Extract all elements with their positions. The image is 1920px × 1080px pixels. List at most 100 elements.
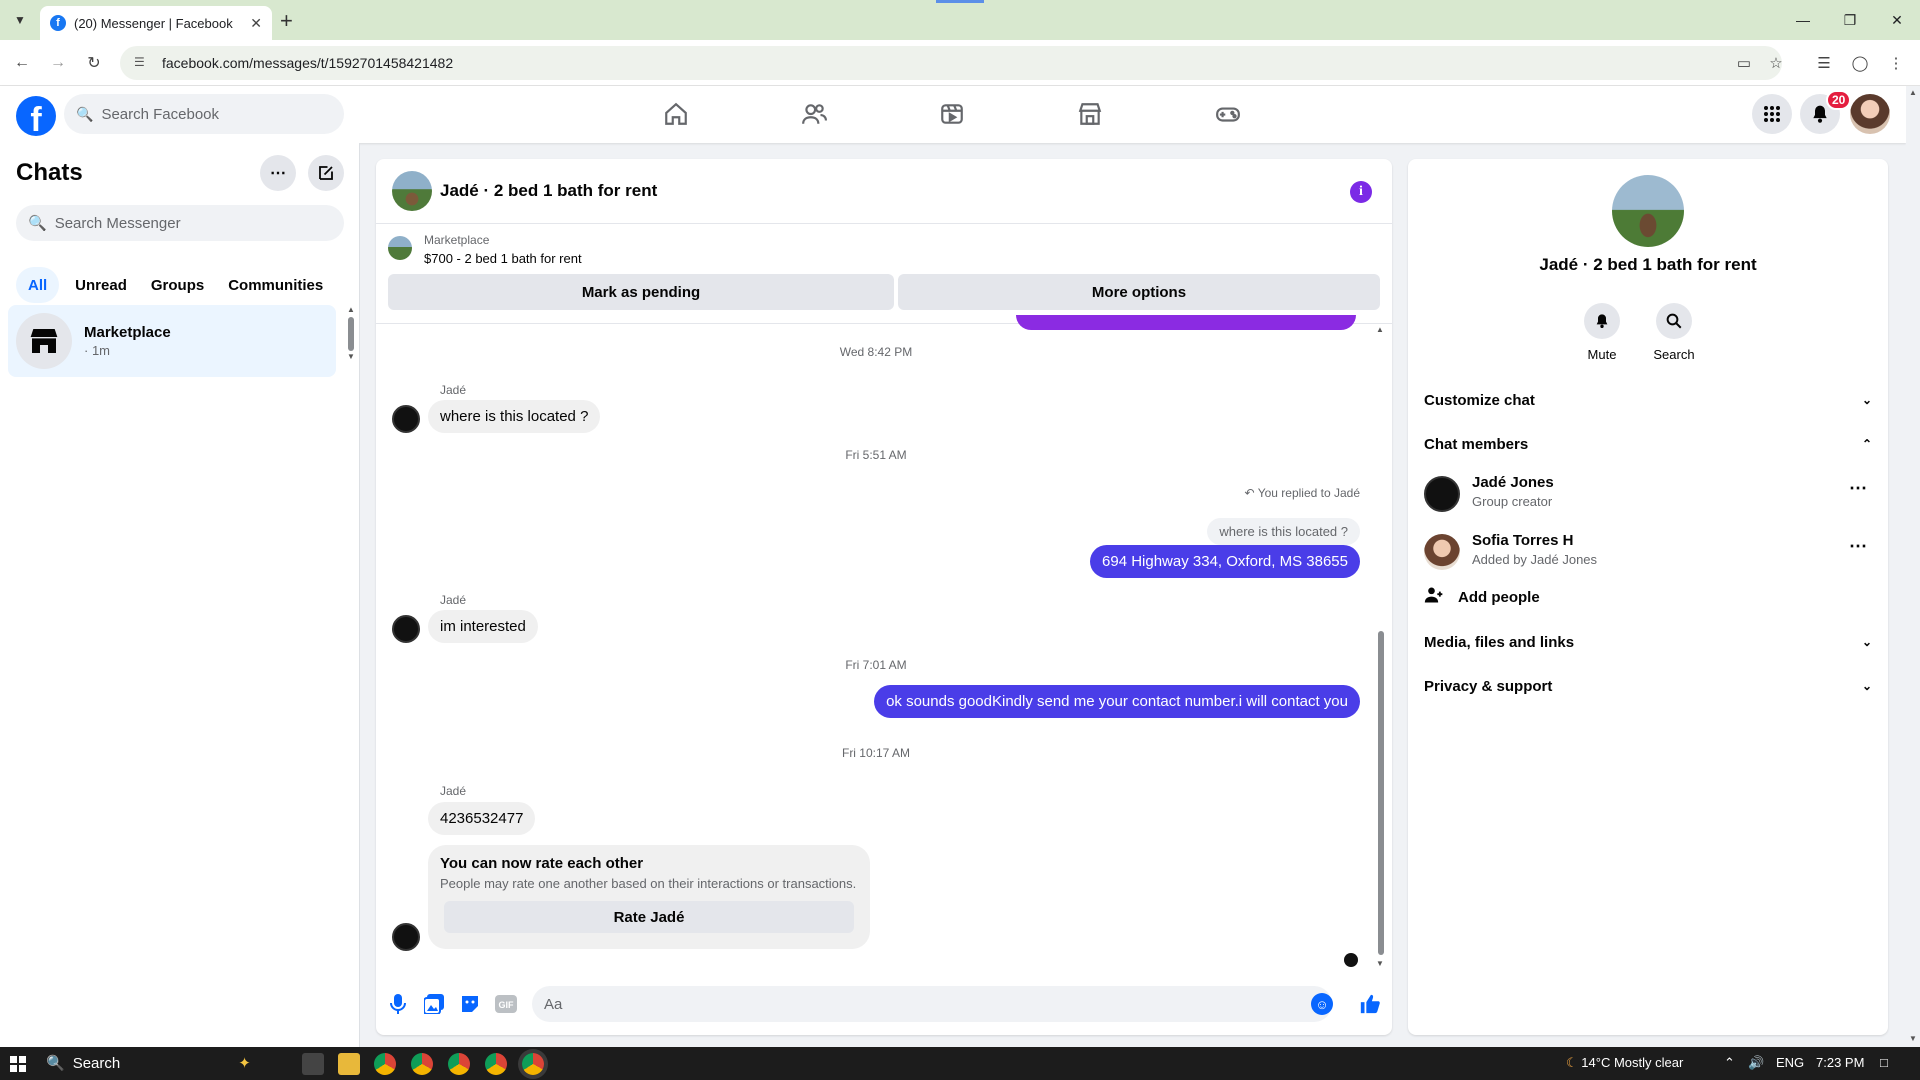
facebook-logo-icon[interactable]: f [16, 96, 56, 136]
media-controls-icon[interactable]: ☰ [1812, 51, 1836, 75]
bookmark-star-icon[interactable]: ☆ [1764, 51, 1788, 75]
tab-search-chevron-icon[interactable]: ▼ [8, 8, 32, 32]
filter-groups[interactable]: Groups [143, 267, 212, 303]
listing-photo-avatar[interactable] [1612, 175, 1684, 247]
volume-icon[interactable]: 🔊 [1748, 1055, 1764, 1071]
privacy-support-section[interactable]: Privacy & support ⌄ [1424, 666, 1872, 706]
customize-chat-section[interactable]: Customize chat ⌄ [1424, 380, 1872, 420]
install-app-icon[interactable]: ▭ [1732, 51, 1756, 75]
member-row[interactable]: Sofia Torres H Added by Jadé Jones ⋯ [1424, 526, 1872, 578]
scroll-thumb[interactable] [348, 317, 354, 351]
listing-title[interactable]: $700 - 2 bed 1 bath for rent [424, 251, 582, 266]
incoming-message[interactable]: 4236532477 [428, 802, 536, 835]
sender-avatar[interactable] [392, 923, 420, 951]
weather-widget[interactable]: ☾ 14°C Mostly clear [1566, 1055, 1683, 1071]
listing-avatar[interactable] [392, 171, 432, 211]
clock[interactable]: 7:23 PM [1816, 1055, 1864, 1070]
scroll-up-icon[interactable]: ▲ [347, 305, 355, 314]
emoji-icon[interactable]: ☺ [1311, 993, 1333, 1015]
scroll-down-icon[interactable]: ▼ [1909, 1034, 1917, 1043]
member-options-icon[interactable]: ⋯ [1849, 478, 1868, 499]
chrome-active-icon[interactable] [522, 1053, 544, 1075]
chrome-icon[interactable] [448, 1053, 470, 1075]
reload-icon[interactable]: ↻ [82, 51, 106, 75]
thumbs-up-icon[interactable] [1358, 992, 1382, 1016]
quoted-message[interactable]: where is this located ? [1207, 518, 1360, 545]
search-in-chat-button[interactable]: Search [1644, 303, 1704, 362]
gif-icon[interactable]: GIF [494, 992, 518, 1016]
filter-communities[interactable]: Communities [220, 267, 331, 303]
listing-thumbnail[interactable] [388, 236, 412, 260]
restore-icon[interactable]: ❐ [1827, 0, 1873, 40]
back-arrow-icon[interactable]: ← [10, 51, 34, 75]
home-icon[interactable] [660, 98, 692, 130]
scroll-thumb[interactable] [1378, 631, 1384, 955]
messenger-search-input[interactable]: 🔍 Search Messenger [16, 205, 344, 241]
info-icon[interactable]: i [1350, 181, 1372, 203]
sticker-icon[interactable] [458, 992, 482, 1016]
taskbar-search[interactable]: 🔍 Search ✦ [46, 1054, 251, 1073]
chrome-icon[interactable] [374, 1053, 396, 1075]
mark-as-pending-button[interactable]: Mark as pending [388, 274, 894, 310]
incoming-message[interactable]: where is this located ? [428, 400, 601, 433]
microphone-icon[interactable] [386, 992, 410, 1016]
chats-options-icon[interactable]: ⋯ [260, 155, 296, 191]
member-avatar[interactable] [1424, 534, 1460, 570]
language-indicator[interactable]: ENG [1776, 1055, 1804, 1070]
site-info-icon[interactable]: ☰ [134, 55, 150, 71]
marketplace-icon[interactable] [1074, 98, 1106, 130]
message-input[interactable]: Aa [532, 986, 1332, 1022]
member-row[interactable]: Jadé Jones Group creator ⋯ [1424, 468, 1872, 520]
media-files-links-label: Media, files and links [1424, 633, 1575, 651]
photo-icon[interactable] [422, 992, 446, 1016]
account-avatar[interactable] [1850, 94, 1890, 134]
notification-center-icon[interactable]: □ [1880, 1055, 1888, 1070]
tab-close-icon[interactable]: ✕ [250, 15, 262, 32]
scroll-down-icon[interactable]: ▼ [347, 352, 355, 361]
filter-all[interactable]: All [16, 267, 60, 303]
tray-chevron-icon[interactable]: ⌃ [1724, 1055, 1735, 1071]
rate-card-heading: You can now rate each other [440, 855, 644, 872]
outgoing-message[interactable]: ok sounds goodKindly send me your contac… [874, 685, 1360, 718]
url-omnibox[interactable]: ☰ facebook.com/messages/t/15927014584214… [120, 46, 1782, 80]
browser-tab[interactable]: f (20) Messenger | Facebook ✕ [40, 6, 272, 40]
window-close-icon[interactable]: ✕ [1874, 0, 1920, 40]
profile-icon[interactable]: ◯ [1848, 51, 1872, 75]
add-people-button[interactable]: Add people [1424, 579, 1540, 615]
filter-unread[interactable]: Unread [67, 267, 135, 303]
conversation-title[interactable]: Jadé · 2 bed 1 bath for rent [440, 181, 657, 201]
gaming-icon[interactable] [1212, 98, 1244, 130]
page-scrollbar[interactable]: ▲ ▼ [1906, 86, 1920, 1047]
sender-avatar[interactable] [392, 615, 420, 643]
mute-button[interactable]: Mute [1572, 303, 1632, 362]
windows-start-icon[interactable] [10, 1056, 26, 1072]
file-explorer-icon[interactable] [338, 1053, 360, 1075]
menu-grid-icon[interactable] [1752, 94, 1792, 134]
incoming-message[interactable]: im interested [428, 610, 538, 643]
thread-scrollbar[interactable]: ▲ ▼ [1375, 325, 1387, 971]
scroll-up-icon[interactable]: ▲ [1376, 325, 1384, 334]
browser-menu-icon[interactable]: ⋮ [1884, 51, 1908, 75]
member-options-icon[interactable]: ⋯ [1849, 536, 1868, 557]
forward-arrow-icon[interactable]: → [46, 51, 70, 75]
member-avatar[interactable] [1424, 476, 1460, 512]
chrome-icon[interactable] [485, 1053, 507, 1075]
rate-button[interactable]: Rate Jadé [444, 901, 854, 933]
friends-icon[interactable] [798, 98, 830, 130]
video-icon[interactable] [936, 98, 968, 130]
scroll-down-icon[interactable]: ▼ [1376, 959, 1384, 968]
scroll-up-icon[interactable]: ▲ [1909, 88, 1917, 97]
sender-avatar[interactable] [392, 405, 420, 433]
facebook-search-input[interactable]: 🔍 Search Facebook [64, 94, 344, 134]
more-options-button[interactable]: More options [898, 274, 1380, 310]
minimize-icon[interactable]: — [1780, 0, 1826, 40]
sidebar-scrollbar[interactable]: ▲ ▼ [347, 305, 355, 361]
chat-members-section[interactable]: Chat members ⌃ [1424, 424, 1872, 464]
chrome-icon[interactable] [411, 1053, 433, 1075]
task-view-icon[interactable] [302, 1053, 324, 1075]
chat-list-item[interactable]: Marketplace · 1m [8, 305, 336, 377]
media-files-links-section[interactable]: Media, files and links ⌄ [1424, 622, 1872, 662]
new-message-icon[interactable] [308, 155, 344, 191]
new-tab-plus-icon[interactable]: + [280, 8, 293, 34]
outgoing-message[interactable]: 694 Highway 334, Oxford, MS 38655 [1090, 545, 1360, 578]
